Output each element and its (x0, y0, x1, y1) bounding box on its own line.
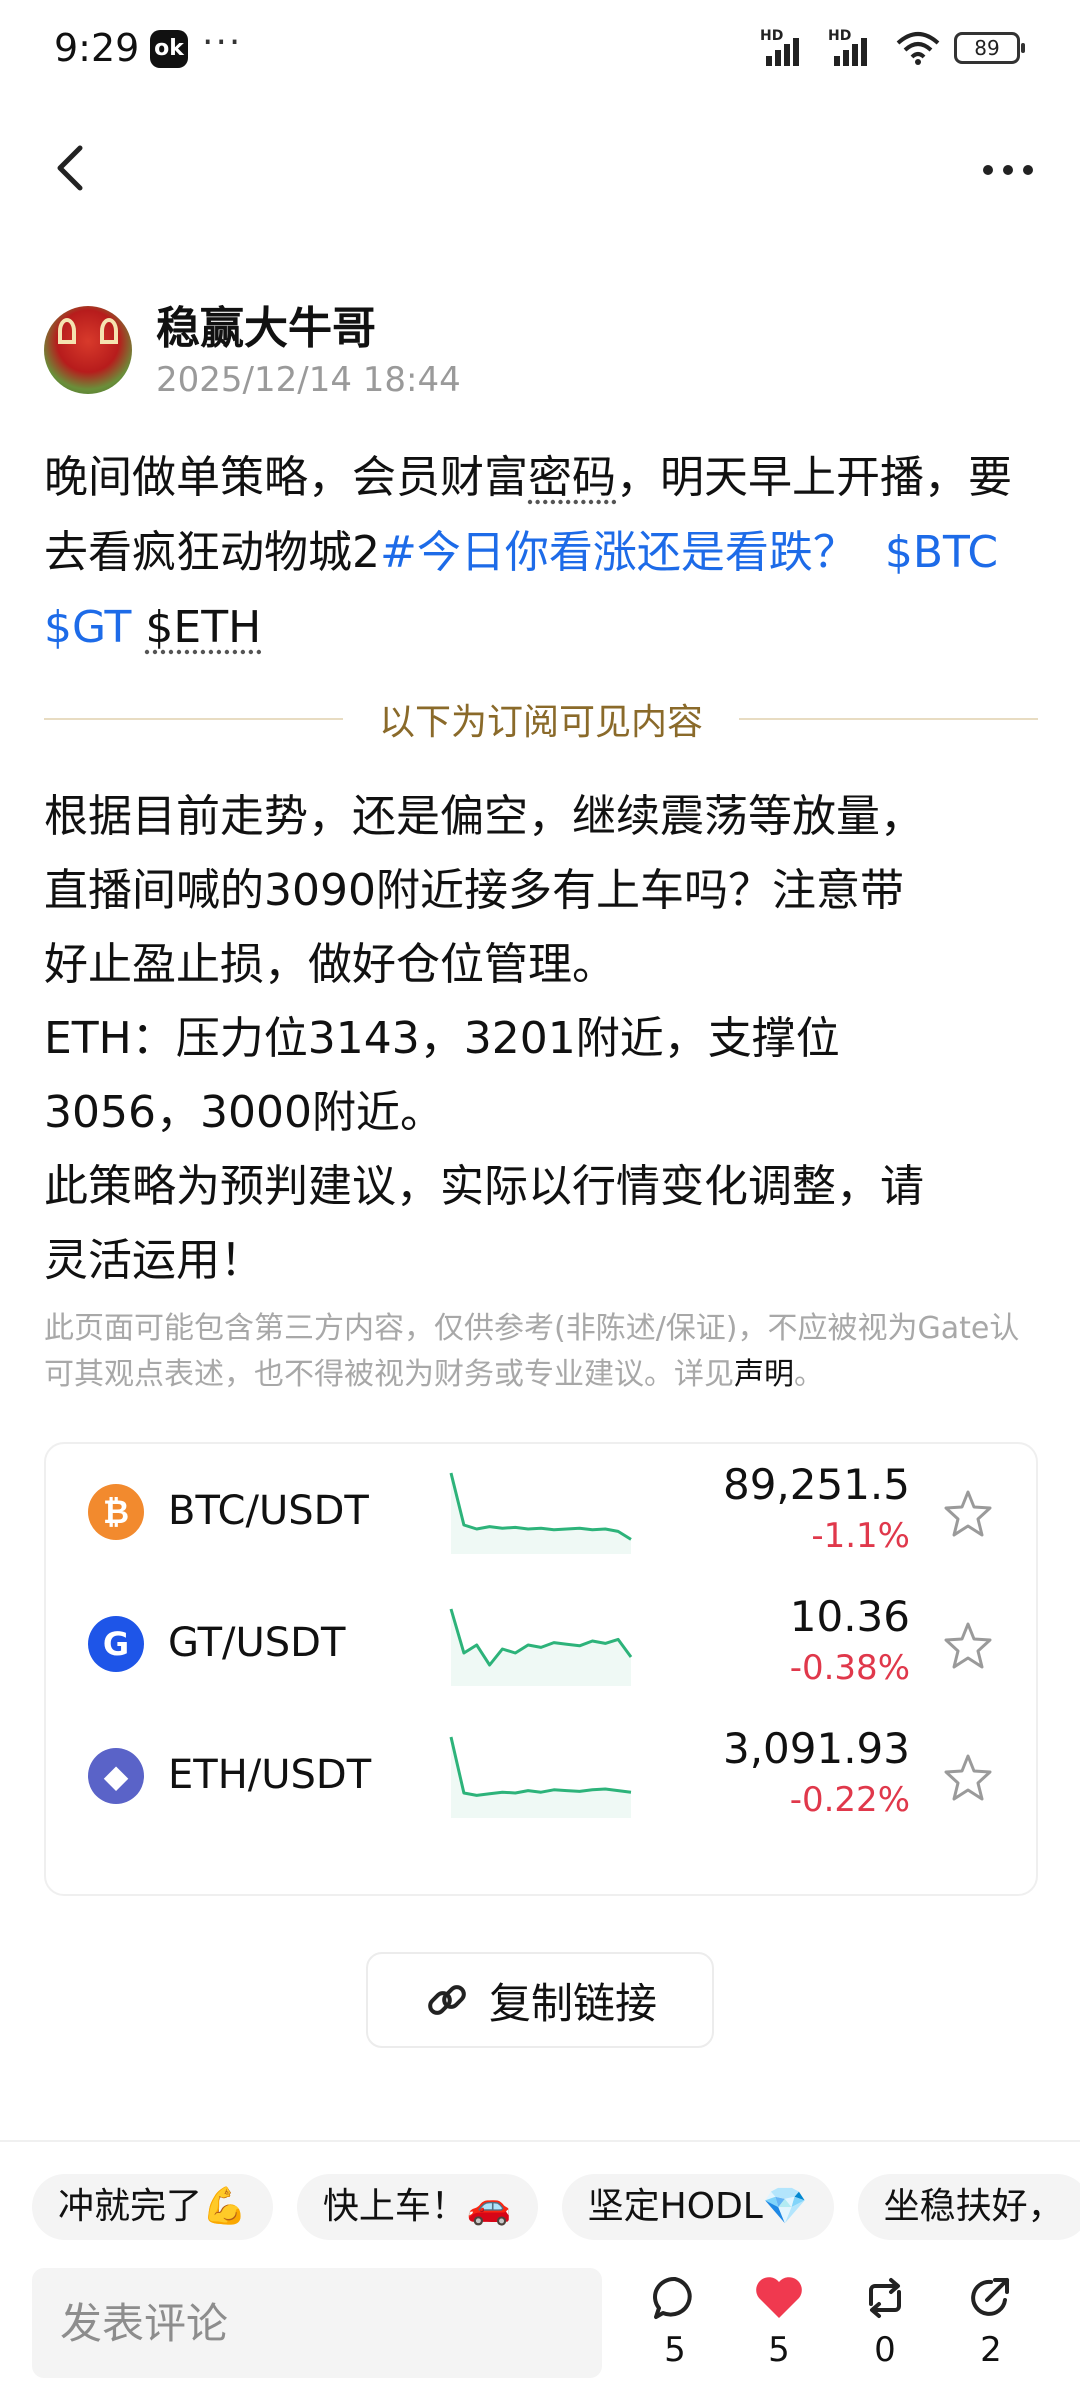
star-icon[interactable] (942, 1620, 994, 1672)
author-name[interactable]: 稳赢大牛哥 (156, 292, 376, 356)
content-line: 根据目前走势，还是偏空，继续震荡等放量， (44, 791, 924, 842)
disclaimer-text: 此页面可能包含第三方内容，仅供参考(非陈述/保证)，不应被视为Gate认可其观点… (44, 1311, 1020, 1392)
content-line: 灵活运用！ (44, 1235, 264, 1286)
bottom-divider (0, 2140, 1080, 2142)
pair-label: GT/USDT (168, 1620, 346, 1666)
share-button[interactable]: 2 (956, 2270, 1026, 2380)
price: 89,251.5 (722, 1460, 910, 1509)
star-icon[interactable] (942, 1488, 994, 1540)
gt-tag-link[interactable]: $GT (44, 602, 131, 653)
post-timestamp: 2025/12/14 18:44 (156, 360, 461, 400)
comment-button[interactable]: 5 (640, 2270, 710, 2380)
link-icon (428, 1985, 466, 2015)
pair-label: ETH/USDT (168, 1752, 372, 1798)
content-line: 3056，3000附近。 (44, 1087, 444, 1138)
comment-count: 5 (664, 2330, 686, 2370)
gt-icon: G (88, 1616, 144, 1672)
post-actions: 5 5 0 2 (640, 2270, 1060, 2380)
quick-reply-chip[interactable]: 坚定HODL💎 (561, 2174, 834, 2240)
market-row-btc[interactable]: ₿ BTC/USDT 89,251.5 -1.1% (46, 1444, 1040, 1576)
signal-icon-2: HD (828, 28, 882, 66)
quick-replies: 冲就完了💪 快上车！🚗 坚定HODL💎 坐稳扶好， (32, 2174, 1080, 2240)
content-line: 好止盈止损，做好仓位管理。 (44, 939, 616, 990)
disclaimer: 此页面可能包含第三方内容，仅供参考(非陈述/保证)，不应被视为Gate认可其观点… (44, 1306, 1034, 1398)
avatar[interactable] (44, 306, 132, 394)
back-icon[interactable] (48, 140, 92, 196)
signal-icon: HD (760, 28, 814, 66)
status-bar: 9:29 ok ··· HD HD 89 (0, 0, 1080, 96)
content-line: ETH：压力位3143，3201附近，支撑位 (44, 1013, 840, 1064)
eth-icon: ◆ (88, 1748, 144, 1804)
copy-link-label: 复制链接 (488, 1978, 657, 2028)
sparkline (449, 1608, 633, 1686)
price-change: -1.1% (811, 1516, 910, 1556)
quick-reply-chip[interactable]: 坐稳扶好， (857, 2174, 1080, 2240)
sparkline (449, 1472, 632, 1554)
comment-icon (653, 2276, 692, 2319)
subscriber-content: 根据目前走势，还是偏空，继续震荡等放量， 直播间喊的3090附近接多有上车吗？注… (44, 780, 1044, 1298)
market-row-eth[interactable]: ◆ ETH/USDT 3,091.93 -0.22% (46, 1708, 1040, 1840)
heart-icon (756, 2277, 802, 2318)
market-card: ₿ BTC/USDT 89,251.5 -1.1% G GT/USDT 10.3… (44, 1442, 1038, 1896)
price-change: -0.22% (789, 1780, 910, 1820)
share-icon (971, 2278, 1009, 2316)
pair-label: BTC/USDT (168, 1488, 369, 1534)
repost-icon (869, 2278, 901, 2318)
battery-icon: 89 (954, 32, 1025, 64)
comment-input[interactable] (32, 2268, 602, 2378)
sparkline (449, 1736, 632, 1818)
term-link[interactable]: 密码 (528, 452, 616, 503)
sparkline-line (449, 1472, 632, 1541)
quick-reply-chip[interactable]: 快上车！🚗 (296, 2174, 538, 2240)
sparkline-area (451, 1473, 631, 1554)
hashtag-link[interactable]: #今日你看涨还是看跌？ (380, 527, 857, 578)
status-icons: HD HD 89 (760, 28, 1025, 66)
btc-icon: ₿ (88, 1484, 144, 1540)
market-row-gt[interactable]: G GT/USDT 10.36 -0.38% (46, 1576, 1040, 1708)
btc-tag-link[interactable]: $BTC (885, 527, 998, 578)
price: 3,091.93 (722, 1724, 910, 1773)
status-time: 9:29 (54, 26, 140, 70)
eth-tag-link[interactable]: $ETH (145, 602, 261, 653)
price-change: -0.38% (789, 1648, 910, 1688)
subscription-label: 以下为订阅可见内容 (379, 702, 704, 743)
quick-reply-chip[interactable]: 冲就完了💪 (32, 2174, 273, 2240)
star-icon[interactable] (942, 1752, 994, 1804)
disclaimer-end: 。 (794, 1357, 824, 1392)
sparkline-area (451, 1737, 631, 1818)
content-line: 直播间喊的3090附近接多有上车吗？注意带 (44, 865, 904, 916)
more-notifications-icon: ··· (202, 22, 243, 63)
share-count: 2 (980, 2330, 1002, 2370)
statement-link[interactable]: 声明 (734, 1357, 794, 1392)
repost-button[interactable]: 0 (850, 2270, 920, 2380)
like-count: 5 (768, 2330, 790, 2370)
app-notification-icon: ok (150, 30, 188, 68)
repost-count: 0 (874, 2330, 896, 2370)
subscription-divider: 以下为订阅可见内容 (44, 694, 1039, 744)
price: 10.36 (789, 1592, 910, 1641)
post-content: 晚间做单策略，会员财富密码，明天早上开播，要去看疯狂动物城2#今日你看涨还是看跌… (44, 440, 1044, 665)
post-text-part: 晚间做单策略，会员财富 (44, 452, 528, 503)
more-options-icon[interactable] (976, 150, 1040, 190)
sparkline-line (449, 1736, 632, 1797)
wifi-icon (896, 32, 940, 65)
like-button[interactable]: 5 (744, 2270, 814, 2380)
content-line: 此策略为预判建议，实际以行情变化调整，请 (44, 1161, 924, 1212)
copy-link-button[interactable]: 复制链接 (366, 1952, 714, 2048)
